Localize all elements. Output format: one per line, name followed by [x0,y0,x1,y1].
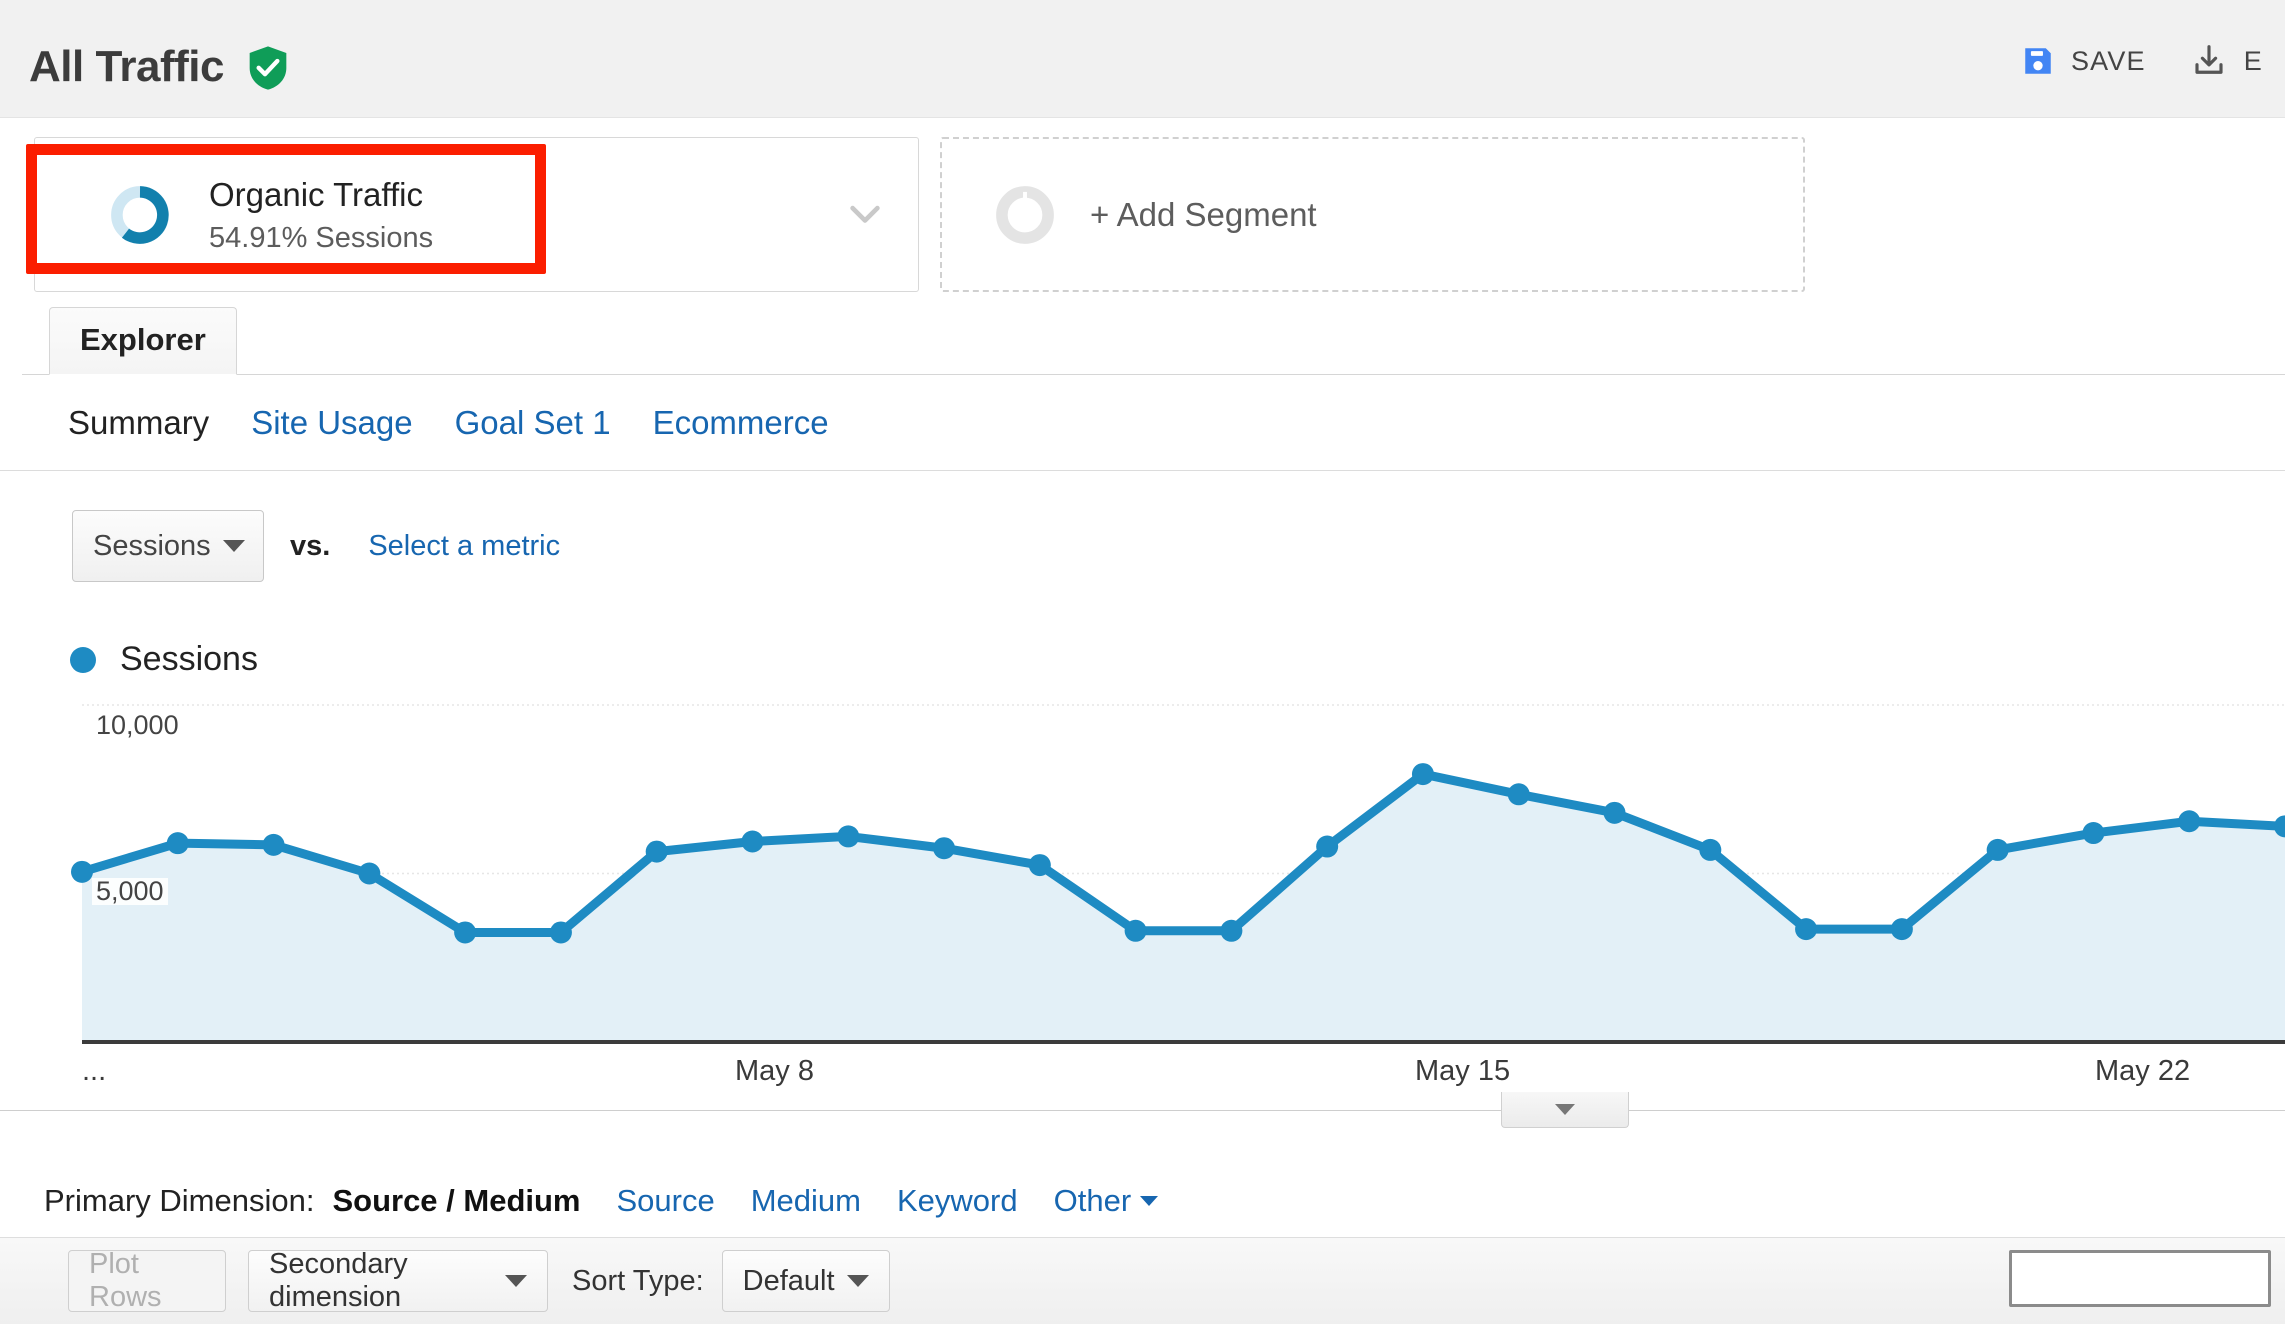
sort-type-label: Sort Type: [572,1264,704,1297]
select-a-metric-link[interactable]: Select a metric [368,530,560,563]
chart-data-point[interactable] [71,860,93,883]
chart-data-point[interactable] [1986,838,2009,861]
chart-data-point[interactable] [645,840,668,863]
donut-chart-outline-icon [992,182,1058,248]
chart-data-point[interactable] [2082,822,2105,845]
save-floppy-icon [2021,44,2055,78]
caret-down-icon [505,1275,527,1287]
shield-check-icon [248,46,288,90]
chart-data-point[interactable] [1220,919,1243,942]
plot-rows-button[interactable]: Plot Rows [68,1248,226,1313]
chart-data-point[interactable] [454,921,477,944]
segment-text: Organic Traffic 54.91% Sessions [209,174,433,254]
x-axis-tick-2: May 15 [1415,1055,1511,1087]
chart-data-point[interactable] [1603,801,1626,824]
chart-collapse-toggle[interactable] [1501,1092,1629,1128]
plot-rows-label: Plot Rows [89,1248,162,1313]
chart-data-point[interactable] [166,832,189,855]
export-button-label: E [2243,45,2263,76]
explorer-tabstrip: Explorer [0,307,2285,375]
chart-data-point[interactable] [1699,838,1722,861]
save-button[interactable]: SAVE [1999,38,2168,84]
segment-name: Organic Traffic [209,176,423,214]
export-button[interactable]: E [2168,38,2285,84]
chart-data-point[interactable] [2178,810,2201,833]
y-axis-tick-5000: 5,000 [92,878,168,905]
sessions-timeline-chart[interactable] [0,690,2285,1060]
caret-down-icon [1140,1196,1159,1206]
chart-data-point[interactable] [1316,835,1339,858]
tab-goal-set-1[interactable]: Goal Set 1 [455,404,611,442]
y-axis-tick-10000: 10,000 [92,712,183,739]
x-axis: ... May 8 May 15 May 22 [0,1055,2285,1111]
caret-down-icon [846,1275,869,1287]
primary-dimension-keyword[interactable]: Keyword [897,1183,1018,1219]
caret-down-icon [1555,1104,1575,1115]
primary-dimension-other[interactable]: Other [1054,1183,1159,1219]
legend-series-label: Sessions [120,640,258,678]
sort-type-value: Default [742,1264,835,1297]
header-actions: SAVE E [1999,38,2285,84]
table-search-input[interactable] [2009,1250,2271,1307]
metric-select-label: Sessions [93,529,211,562]
chart-data-point[interactable] [837,825,860,848]
legend-color-dot [70,646,96,673]
segment-subtitle: 54.91% Sessions [209,221,434,254]
metric-select-primary[interactable]: Sessions [72,510,264,582]
chart-data-point[interactable] [933,837,956,860]
chart-canvas [71,704,2285,1044]
add-segment-label: + Add Segment [1090,195,1317,233]
tab-summary[interactable]: Summary [68,404,209,442]
export-download-icon [2190,43,2228,79]
segment-bar: Organic Traffic 54.91% Sessions + Add Se… [0,119,2285,309]
chart-data-point[interactable] [549,921,572,944]
page-title: All Traffic [29,42,225,91]
tab-site-usage[interactable]: Site Usage [251,404,412,442]
report-subtabs: Summary Site Usage Goal Set 1 Ecommerce [0,376,2285,471]
sort-type-select[interactable]: Default [721,1250,890,1312]
chart-data-point[interactable] [262,833,285,856]
secondary-dimension-select[interactable]: Secondary dimension [248,1248,548,1313]
chart-data-point[interactable] [1890,918,1913,941]
chart-legend: Sessions [70,640,258,679]
primary-dimension-active[interactable]: Source / Medium [332,1183,580,1219]
donut-chart-icon [107,182,173,248]
tab-explorer[interactable]: Explorer [49,307,237,375]
add-segment-button[interactable]: + Add Segment [940,137,1805,292]
x-axis-tick-3: May 22 [2095,1055,2191,1087]
x-axis-tick-1: May 8 [735,1055,814,1087]
chart-data-point[interactable] [358,862,381,885]
chart-data-point[interactable] [1411,763,1434,786]
chart-data-point[interactable] [1124,919,1147,942]
page-header: All Traffic SAVE E [0,0,2285,118]
chart-data-point[interactable] [1507,783,1530,806]
secondary-dimension-label: Secondary dimension [269,1248,408,1313]
segment-card-organic-traffic[interactable]: Organic Traffic 54.91% Sessions [34,137,919,292]
table-toolbar: Plot Rows Secondary dimension Sort Type:… [0,1237,2285,1324]
primary-dimension-other-label: Other [1053,1183,1132,1218]
chart-data-point[interactable] [1028,854,1051,877]
caret-down-icon [223,540,245,552]
vs-label: vs. [290,529,331,562]
primary-dimension-label: Primary Dimension: [44,1183,315,1218]
primary-dimension-row: Primary Dimension: Source / Medium Sourc… [0,1170,2285,1232]
chevron-down-icon[interactable] [848,204,882,226]
save-button-label: SAVE [2070,45,2146,76]
metric-selector-row: Sessions vs. Select a metric [0,510,560,582]
tab-ecommerce[interactable]: Ecommerce [653,404,829,442]
chart-data-point[interactable] [741,830,764,853]
x-axis-tick-0: ... [82,1055,107,1087]
primary-dimension-source[interactable]: Source [617,1183,715,1219]
chart-data-point[interactable] [1795,918,1818,941]
primary-dimension-medium[interactable]: Medium [751,1183,861,1219]
